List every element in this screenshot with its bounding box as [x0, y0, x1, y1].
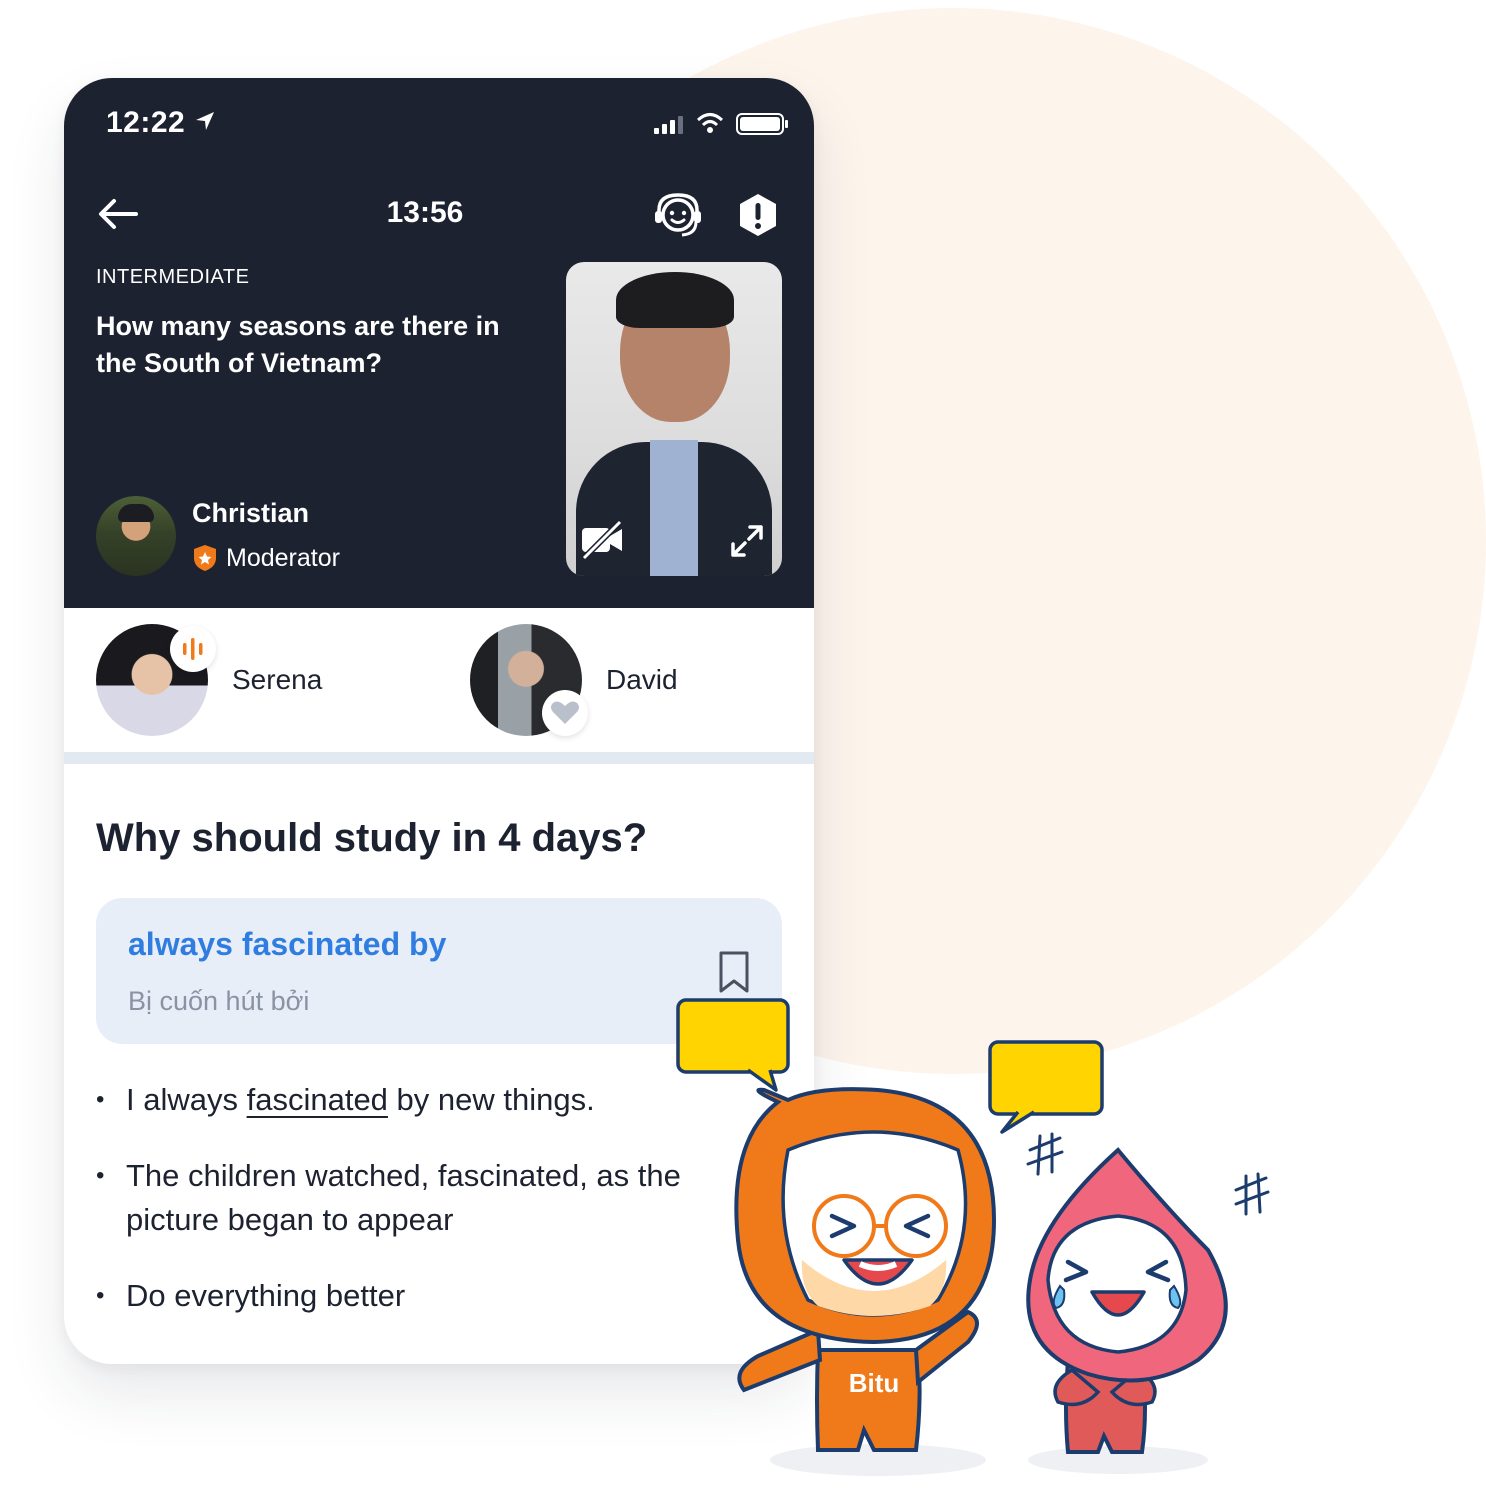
orange-mascot: Bitu	[734, 1087, 997, 1452]
participant-name-david: David	[606, 664, 678, 695]
topic-question: How many seasons are there in the South …	[96, 311, 500, 378]
heart-badge[interactable]	[542, 690, 588, 736]
example-text-part: by new things.	[387, 1082, 595, 1117]
wifi-icon	[696, 113, 724, 133]
speaking-badge	[170, 626, 216, 672]
moderator-avatar	[96, 496, 176, 576]
video-person-shirt	[650, 440, 698, 576]
mascot-label: Bitu	[849, 1368, 900, 1398]
participants-row: Serena David	[64, 608, 814, 752]
example-text: The children watched, fascinated, as the…	[126, 1158, 681, 1237]
video-preview[interactable]	[566, 262, 782, 576]
bullet: •	[96, 1162, 105, 1189]
lesson-title: Why should study in 4 days?	[96, 816, 648, 860]
call-header-panel: 12:22 13:56 INTERMEDIATE How many season…	[64, 78, 814, 608]
moderator-role: Moderator	[226, 544, 340, 572]
bullet: •	[96, 1086, 105, 1113]
heart-icon	[551, 701, 579, 724]
video-person-hair	[616, 272, 734, 328]
highlighted-word[interactable]: fascinated	[247, 1082, 388, 1117]
speech-bubble-right	[988, 1040, 1104, 1134]
camera-off-icon[interactable]	[580, 520, 624, 560]
moderator-badge-icon	[194, 545, 216, 571]
bookmark-icon[interactable]	[716, 950, 752, 994]
example-text: I always fascinated by new things.	[126, 1078, 746, 1122]
location-arrow-icon	[196, 112, 214, 130]
pink-mascot	[1026, 1147, 1228, 1454]
expand-icon[interactable]	[730, 524, 764, 558]
speaking-icon	[183, 638, 203, 660]
bullet: •	[96, 1282, 105, 1309]
vocab-term: always fascinated by	[128, 926, 447, 962]
mascots-illustration: Bitu	[676, 998, 1270, 1476]
moderator-name: Christian	[192, 498, 310, 528]
report-icon[interactable]	[736, 192, 780, 238]
participant-name-serena: Serena	[232, 664, 323, 695]
status-time: 12:22	[106, 106, 186, 139]
signal-icon	[654, 116, 683, 134]
speech-bubble-left	[676, 998, 790, 1092]
example-text: Do everything better	[126, 1278, 406, 1313]
topic-level: INTERMEDIATE	[96, 266, 250, 288]
support-agent-icon[interactable]	[652, 190, 704, 242]
section-divider	[64, 752, 814, 764]
vocab-translation: Bị cuốn hút bởi	[128, 986, 310, 1016]
battery-icon	[736, 113, 788, 135]
example-text-part: I always	[126, 1082, 247, 1117]
